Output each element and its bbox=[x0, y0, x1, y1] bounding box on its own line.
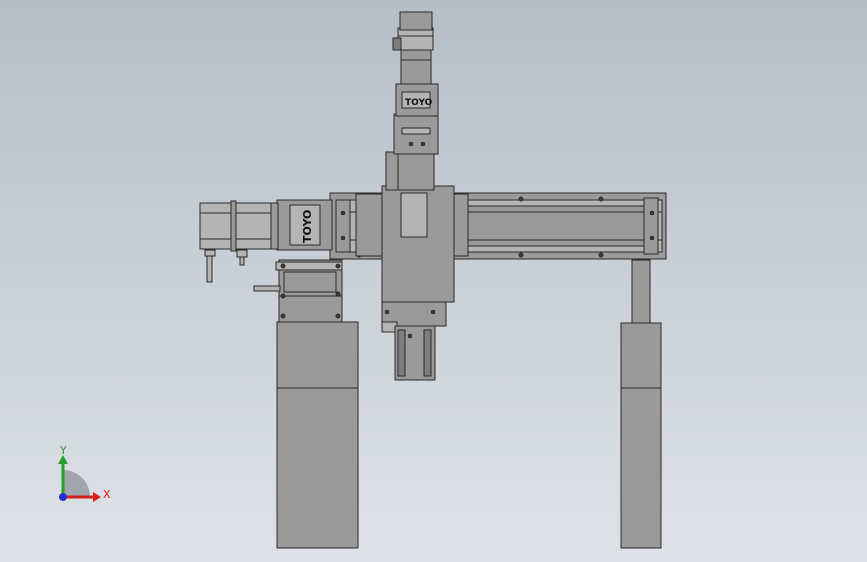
x-axis-label: X bbox=[103, 488, 111, 501]
z-motor-logo: TOYO bbox=[405, 98, 433, 108]
cad-viewport[interactable]: TOYO TOYO Y X bbox=[0, 0, 867, 562]
z-axis-dot bbox=[59, 493, 67, 501]
y-axis-label: Y bbox=[59, 444, 67, 457]
gantry-assembly-drawing: TOYO TOYO Y X bbox=[0, 0, 867, 562]
x-motor-logo: TOYO bbox=[301, 210, 314, 243]
